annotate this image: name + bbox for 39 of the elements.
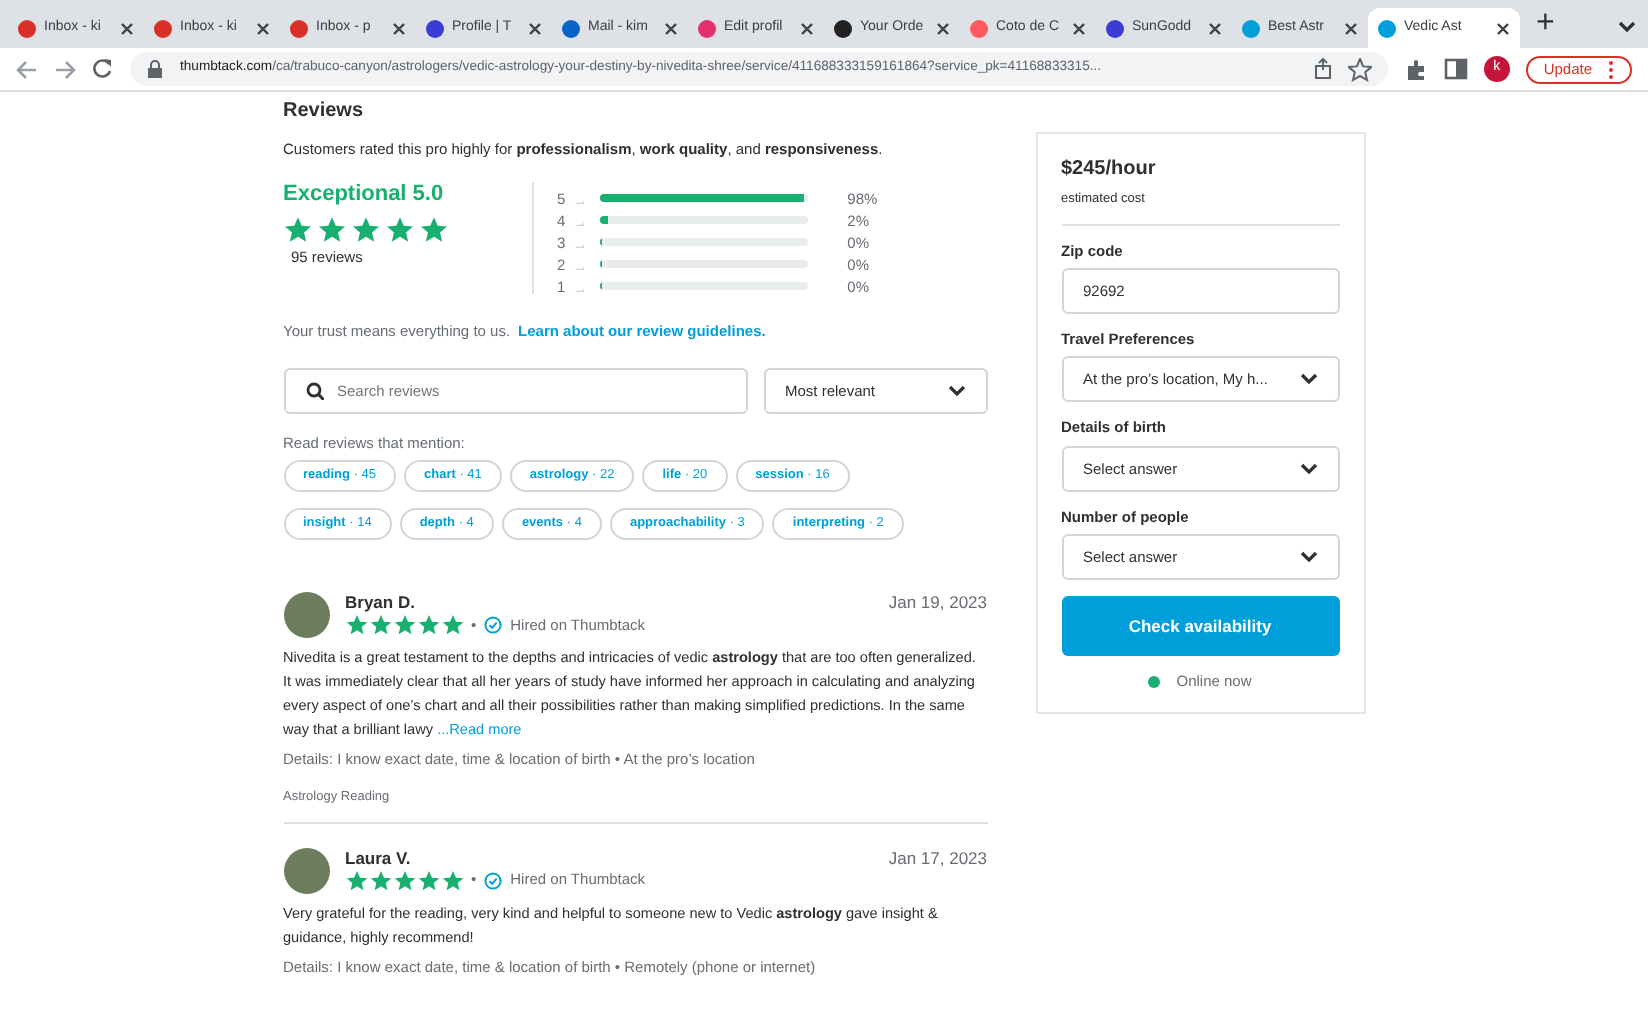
close-icon[interactable] [664,21,678,35]
status-dot [1148,675,1161,688]
side-panel-icon[interactable] [1443,58,1468,80]
close-icon[interactable] [800,21,814,35]
reload-icon[interactable] [92,58,114,80]
search-icon [305,381,323,400]
rating-label: Exceptional 5.0 [283,182,446,211]
chevron-down-icon [1299,461,1317,476]
verified-check-icon [484,616,503,634]
more-icon [1608,59,1614,79]
bookmark-star-icon[interactable] [1347,57,1372,81]
new-tab-button[interactable]: + [1536,8,1555,40]
lock-icon [146,59,164,79]
reviewer-name: Bryan D. [345,592,415,614]
close-icon[interactable] [392,21,406,35]
close-icon[interactable] [1496,21,1510,35]
avatar-placeholder [283,592,329,639]
close-icon[interactable] [1072,21,1086,35]
section-heading: Reviews [283,100,366,124]
forward-arrow-icon[interactable] [54,59,76,79]
close-icon[interactable] [936,21,950,35]
back-arrow-icon[interactable] [16,59,38,79]
share-icon[interactable] [1313,58,1332,80]
chevron-down-icon [1299,372,1317,387]
verified-check-icon [484,871,503,889]
close-icon[interactable] [1208,21,1222,35]
close-icon[interactable] [1344,21,1358,35]
avatar-placeholder [283,847,329,894]
close-icon[interactable] [120,21,134,35]
review-date: Jan 17, 2023 [888,847,987,869]
chevron-down-icon [947,383,965,398]
chevron-down-icon[interactable] [1618,20,1636,34]
close-icon[interactable] [256,21,270,35]
review-date: Jan 19, 2023 [888,592,987,614]
puzzle-icon[interactable] [1403,57,1428,81]
reviewer-name: Laura V. [345,847,411,869]
chevron-down-icon [1299,550,1317,565]
close-icon[interactable] [528,21,542,35]
price-text: $245/hour [1061,158,1158,183]
